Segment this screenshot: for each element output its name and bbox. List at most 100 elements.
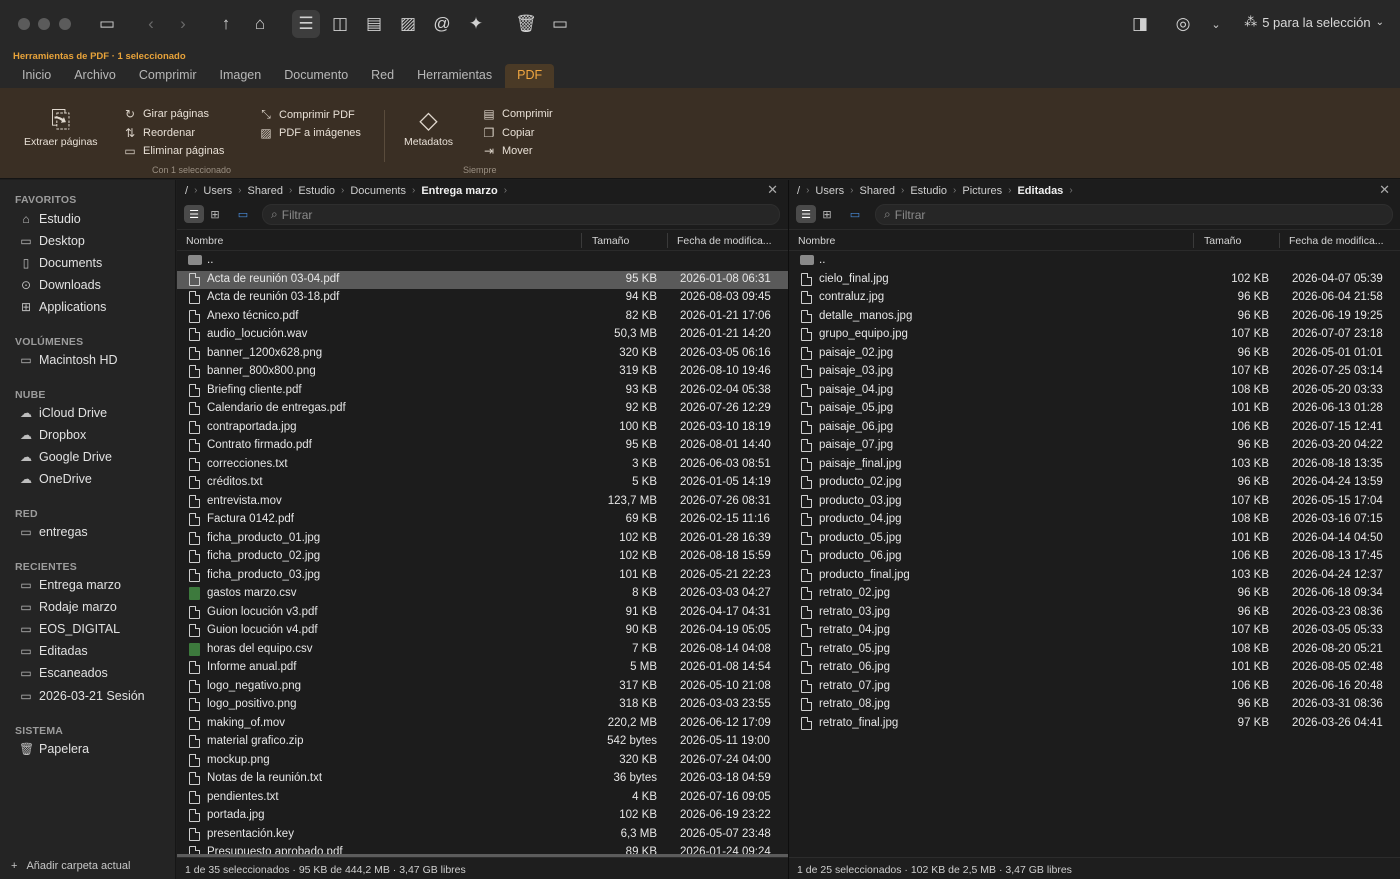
file-row[interactable]: Acta de reunión 03-18.pdf 94 KB 2026-08-03… — [177, 289, 788, 308]
sparkle-icon[interactable]: ✦ — [462, 10, 490, 38]
sidebar-item-downloads[interactable]: ⊙ Downloads — [19, 278, 101, 292]
file-row[interactable]: ficha_producto_01.jpg 102 KB 2026-01-28 16… — [177, 530, 788, 549]
preview-pane-icon[interactable]: ▤ — [360, 10, 388, 38]
file-row[interactable]: paisaje_final.jpg 103 KB 2026-08-18 13:35 — [789, 456, 1400, 475]
up-arrow-icon[interactable]: ↑ — [212, 10, 240, 38]
sidebar-item-papelera[interactable]: 🗑 Papelera — [19, 742, 89, 756]
metadata-button[interactable]: ◇ Metadatos — [404, 106, 453, 148]
tab-comprimir[interactable]: Comprimir — [129, 64, 207, 88]
file-row[interactable]: paisaje_07.jpg 96 KB 2026-03-20 04:22 — [789, 437, 1400, 456]
column-name[interactable]: Nombre — [186, 235, 223, 247]
sidebar-item-icloud-drive[interactable]: ☁ iCloud Drive — [19, 406, 107, 420]
forward-icon[interactable]: › — [169, 10, 197, 38]
list-view-icon[interactable]: ☰ — [796, 205, 816, 223]
sidebar-item-editadas[interactable]: ▭ Editadas — [19, 644, 87, 658]
rotate-pages-button[interactable]: ↻ Girar páginas — [122, 107, 209, 121]
file-row[interactable]: logo_positivo.png 318 KB 2026-03-03 23:55 — [177, 696, 788, 715]
file-row[interactable]: cielo_final.jpg 102 KB 2026-04-07 05:39 — [789, 271, 1400, 290]
file-row[interactable]: banner_1200x628.png 320 KB 2026-03-05 06:1… — [177, 345, 788, 364]
file-row[interactable]: Guion locución v3.pdf 91 KB 2026-04-17 04:… — [177, 604, 788, 623]
file-row[interactable]: Notas de la reunión.txt 36 bytes 2026-03-1… — [177, 770, 788, 789]
move-button[interactable]: ⇥ Mover — [481, 144, 533, 158]
file-row[interactable]: paisaje_05.jpg 101 KB 2026-06-13 01:28 — [789, 400, 1400, 419]
grid-view-icon[interactable]: ⊞ — [817, 205, 837, 223]
file-row[interactable]: retrato_02.jpg 96 KB 2026-06-18 09:34 — [789, 585, 1400, 604]
filter-input[interactable]: ⌕ Filtrar — [875, 204, 1393, 225]
file-row[interactable]: logo_negativo.png 317 KB 2026-05-10 21:08 — [177, 678, 788, 697]
breadcrumb-item-editadas[interactable]: Editadas — [1017, 185, 1063, 197]
filter-input[interactable]: ⌕ Filtrar — [262, 204, 780, 225]
column-size[interactable]: Tamaño — [592, 235, 629, 247]
compress-button[interactable]: ▤ Comprimir — [481, 107, 552, 121]
delete-pages-button[interactable]: ▭ Eliminar páginas — [122, 144, 224, 158]
tab-documento[interactable]: Documento — [274, 64, 358, 88]
preview-toggle-icon[interactable]: ▭ — [233, 205, 253, 223]
breadcrumb-item-pictures[interactable]: Pictures — [962, 185, 1002, 197]
file-row[interactable]: Anexo técnico.pdf 82 KB 2026-01-21 17:06 — [177, 308, 788, 327]
file-row[interactable]: Calendario de entregas.pdf 92 KB 2026-07-2… — [177, 400, 788, 419]
file-row[interactable]: Informe anual.pdf 5 MB 2026-01-08 14:54 — [177, 659, 788, 678]
tab-herramientas[interactable]: Herramientas — [407, 64, 502, 88]
pdf-to-images-button[interactable]: ▨ PDF a imágenes — [258, 126, 361, 140]
sidebar-item-rodaje-marzo[interactable]: ▭ Rodaje marzo — [19, 600, 117, 614]
breadcrumb-root[interactable]: / — [185, 185, 188, 197]
column-date[interactable]: Fecha de modifica... — [1289, 235, 1384, 247]
sidebar-item-escaneados[interactable]: ▭ Escaneados — [19, 666, 107, 680]
sidebar-item-entregas[interactable]: ▭ entregas — [19, 525, 87, 539]
sidebar-item-entrega-marzo[interactable]: ▭ Entrega marzo — [19, 578, 121, 592]
file-row[interactable]: paisaje_06.jpg 106 KB 2026-07-15 12:41 — [789, 419, 1400, 438]
sidebar-item-dropbox[interactable]: ☁ Dropbox — [19, 428, 86, 442]
breadcrumb-item-users[interactable]: Users — [203, 185, 232, 197]
column-divider[interactable] — [581, 233, 582, 248]
file-row[interactable]: ficha_producto_03.jpg 101 KB 2026-05-21 22… — [177, 567, 788, 586]
file-row[interactable]: detalle_manos.jpg 96 KB 2026-06-19 19:25 — [789, 308, 1400, 327]
file-row[interactable]: producto_06.jpg 106 KB 2026-08-13 17:45 — [789, 548, 1400, 567]
reorder-button[interactable]: ⇅ Reordenar — [122, 126, 195, 140]
file-row[interactable]: Presupuesto aprobado.pdf 89 KB 2026-01-24 … — [177, 844, 788, 854]
file-row[interactable]: entrevista.mov 123,7 MB 2026-07-26 08:31 — [177, 493, 788, 512]
tab-archivo[interactable]: Archivo — [64, 64, 126, 88]
file-row[interactable]: Briefing cliente.pdf 93 KB 2026-02-04 05:3… — [177, 382, 788, 401]
breadcrumb-item-shared[interactable]: Shared — [247, 185, 282, 197]
sidebar-toggle-icon[interactable]: ▭ — [93, 10, 121, 38]
breadcrumb-item-shared[interactable]: Shared — [859, 185, 894, 197]
at-sign-icon[interactable]: @ — [428, 10, 456, 38]
file-row[interactable]: producto_05.jpg 101 KB 2026-04-14 04:50 — [789, 530, 1400, 549]
file-row[interactable]: audio_locución.wav 50,3 MB 2026-01-21 14:2… — [177, 326, 788, 345]
sidebar-item-eos-digital[interactable]: ▭ EOS_DIGITAL — [19, 622, 120, 636]
list-view-icon[interactable]: ☰ — [184, 205, 204, 223]
file-row[interactable]: retrato_05.jpg 108 KB 2026-08-20 05:21 — [789, 641, 1400, 660]
inspector-toggle-icon[interactable]: ◨ — [1126, 10, 1154, 38]
zoom-window-button[interactable] — [59, 18, 71, 30]
file-row[interactable]: retrato_07.jpg 106 KB 2026-06-16 20:48 — [789, 678, 1400, 697]
file-row[interactable]: contraluz.jpg 96 KB 2026-06-04 21:58 — [789, 289, 1400, 308]
file-row[interactable]: contraportada.jpg 100 KB 2026-03-10 18:19 — [177, 419, 788, 438]
home-icon[interactable]: ⌂ — [246, 10, 274, 38]
file-row[interactable]: producto_final.jpg 103 KB 2026-04-24 12:37 — [789, 567, 1400, 586]
file-row[interactable]: making_of.mov 220,2 MB 2026-06-12 17:09 — [177, 715, 788, 734]
breadcrumb-item-estudio[interactable]: Estudio — [298, 185, 335, 197]
file-row[interactable]: retrato_04.jpg 107 KB 2026-03-05 05:33 — [789, 622, 1400, 641]
file-row[interactable]: retrato_06.jpg 101 KB 2026-08-05 02:48 — [789, 659, 1400, 678]
close-pane-icon[interactable]: ✕ — [1379, 182, 1390, 198]
selection-actions-menu[interactable]: ⁂ 5 para la selección ⌄ — [1244, 14, 1384, 30]
file-row[interactable]: presentación.key 6,3 MB 2026-05-07 23:48 — [177, 826, 788, 845]
tab-inicio[interactable]: Inicio — [12, 64, 61, 88]
file-row[interactable]: banner_800x800.png 319 KB 2026-08-10 19:46 — [177, 363, 788, 382]
tab-imagen[interactable]: Imagen — [210, 64, 272, 88]
file-row[interactable]: grupo_equipo.jpg 107 KB 2026-07-07 23:18 — [789, 326, 1400, 345]
sidebar-item-applications[interactable]: ⊞ Applications — [19, 300, 106, 314]
column-name[interactable]: Nombre — [798, 235, 835, 247]
chevron-down-icon[interactable]: ⌄ — [1202, 10, 1230, 38]
back-icon[interactable]: ‹ — [137, 10, 165, 38]
breadcrumb-root[interactable]: / — [797, 185, 800, 197]
file-row[interactable]: mockup.png 320 KB 2026-07-24 04:00 — [177, 752, 788, 771]
file-row[interactable]: correcciones.txt 3 KB 2026-06-03 08:51 — [177, 456, 788, 475]
file-row[interactable]: gastos marzo.csv 8 KB 2026-03-03 04:27 — [177, 585, 788, 604]
compress-pdf-button[interactable]: ⤡ Comprimir PDF — [258, 107, 355, 122]
file-row[interactable]: pendientes.txt 4 KB 2026-07-16 09:05 — [177, 789, 788, 808]
parent-folder-row[interactable]: .. — [177, 252, 788, 271]
file-row[interactable]: Factura 0142.pdf 69 KB 2026-02-15 11:16 — [177, 511, 788, 530]
breadcrumb-item-estudio[interactable]: Estudio — [910, 185, 947, 197]
file-row[interactable]: producto_04.jpg 108 KB 2026-03-16 07:15 — [789, 511, 1400, 530]
